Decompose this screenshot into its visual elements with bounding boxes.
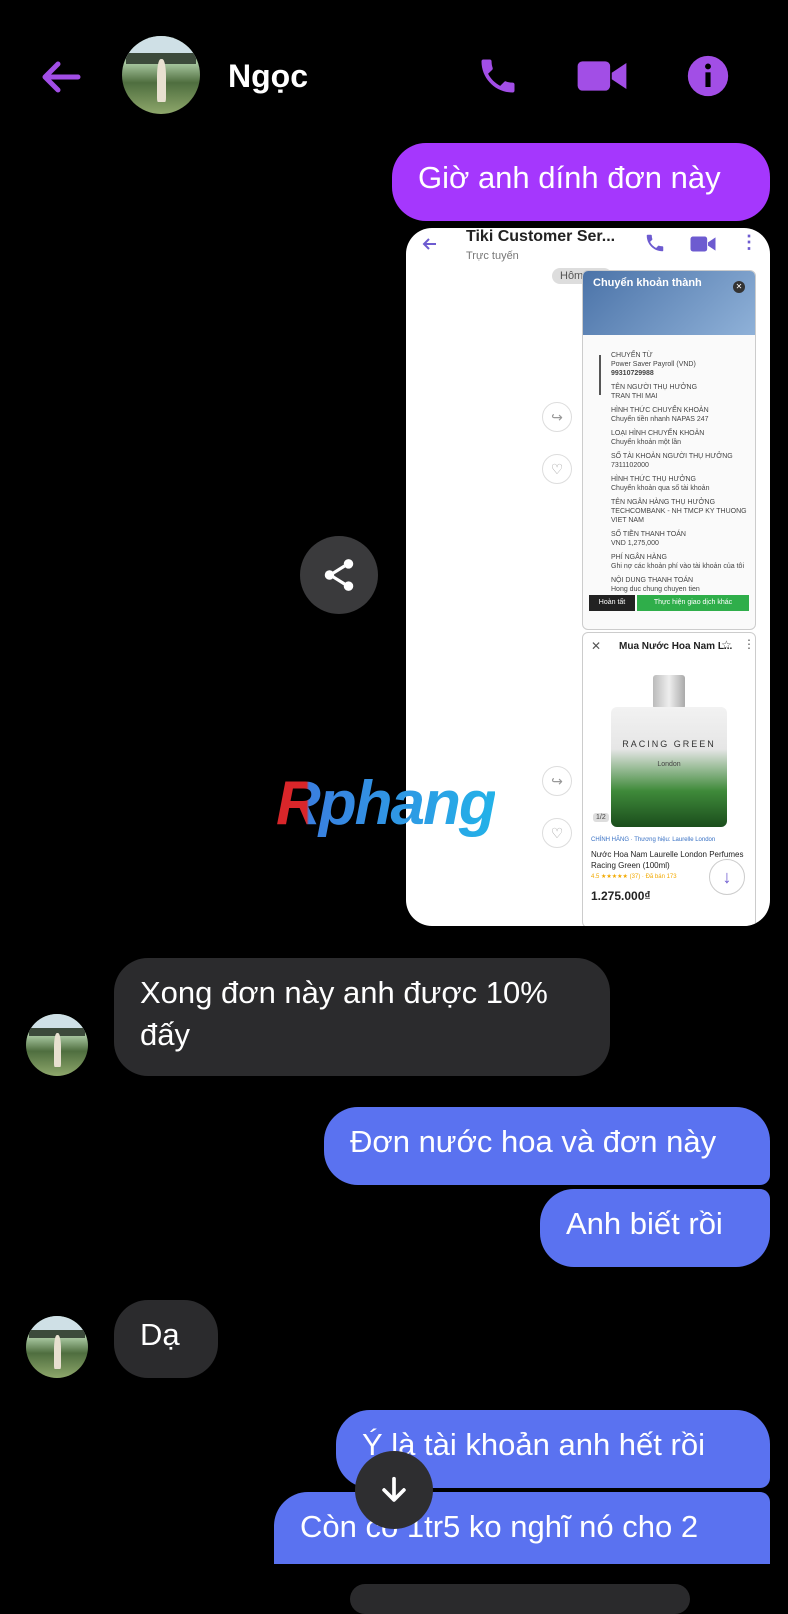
outgoing-message[interactable]: Anh biết rồi bbox=[540, 1189, 770, 1267]
inner-back-icon bbox=[422, 238, 436, 250]
bottle-label: RACING GREEN bbox=[622, 739, 716, 749]
brand-line: CHÍNH HÃNG · Thương hiệu: Laurelle Londo… bbox=[591, 837, 716, 843]
contact-avatar-small[interactable] bbox=[26, 1014, 88, 1076]
inner-heart-icon: ♡ bbox=[542, 454, 572, 484]
product-rating: 4.5 ★★★★★ (37) · Đã bán 173 bbox=[591, 874, 677, 880]
share-icon bbox=[324, 559, 354, 591]
receipt-done-button: Hoàn tất bbox=[589, 595, 635, 611]
product-more-icon: ⋮ bbox=[743, 637, 755, 651]
outgoing-message[interactable]: Còn có 1tr5 ko nghĩ nó cho 2 bbox=[274, 1492, 770, 1564]
chat-header: Ngọc bbox=[0, 0, 788, 140]
arrow-down-icon bbox=[382, 1476, 406, 1502]
scroll-to-bottom-button[interactable] bbox=[355, 1451, 433, 1529]
receipt-title: Chuyển khoản thành bbox=[593, 277, 702, 289]
incoming-message[interactable]: Dạ bbox=[114, 1300, 218, 1378]
inner-video-icon bbox=[690, 236, 716, 252]
share-button[interactable] bbox=[300, 536, 378, 614]
outgoing-message[interactable]: Đơn nước hoa và đơn này bbox=[324, 1107, 770, 1185]
inner-forward-icon: ↪ bbox=[542, 402, 572, 432]
close-icon: ✕ bbox=[733, 281, 745, 293]
inner-more-icon: ⋮ bbox=[740, 232, 758, 252]
inner-forward-icon-2: ↪ bbox=[542, 766, 572, 796]
inner-chat-title: Tiki Customer Ser... bbox=[466, 228, 616, 245]
watermark-logo: Rphang bbox=[276, 769, 497, 838]
incoming-message[interactable]: Xong đơn này anh được 10% đấy bbox=[114, 958, 610, 1076]
product-price: 1.275.000₫ bbox=[591, 889, 651, 903]
bottle-sublabel: London bbox=[657, 761, 681, 768]
product-image: RACING GREEN London 1/2 bbox=[589, 663, 749, 833]
product-star-icon: ☆ bbox=[721, 638, 732, 652]
contact-avatar[interactable] bbox=[122, 36, 200, 114]
receipt-rows: CHUYỂN TỪ Power Saver Payroll (VND) 9931… bbox=[611, 352, 747, 593]
transfer-receipt: Chuyển khoản thành ✕ CHUYỂN TỪ Power Sav… bbox=[582, 270, 756, 630]
back-arrow-icon[interactable] bbox=[36, 52, 86, 102]
inner-status: Trực tuyến bbox=[466, 250, 519, 262]
bottle-cap bbox=[653, 675, 685, 709]
contact-name[interactable]: Ngọc bbox=[228, 58, 308, 95]
product-card: ✕ Mua Nước Hoa Nam L... ☆ ⋮ RACING GREEN… bbox=[582, 632, 756, 926]
video-call-icon[interactable] bbox=[576, 56, 628, 96]
phone-icon[interactable] bbox=[476, 54, 520, 98]
receipt-timeline bbox=[599, 355, 601, 395]
outgoing-message[interactable]: Giờ anh dính đơn này bbox=[392, 143, 770, 221]
product-close-icon: ✕ bbox=[591, 639, 602, 653]
inner-heart-icon-2: ♡ bbox=[542, 818, 572, 848]
info-icon[interactable] bbox=[686, 54, 730, 98]
contact-avatar-small[interactable] bbox=[26, 1316, 88, 1378]
product-header-title: Mua Nước Hoa Nam L... bbox=[619, 641, 733, 652]
inner-phone-icon bbox=[646, 234, 664, 252]
receipt-new-transaction-button: Thực hiện giao dịch khác bbox=[637, 595, 749, 611]
image-counter: 1/2 bbox=[593, 813, 609, 822]
composer-bar-partial[interactable] bbox=[350, 1584, 690, 1614]
product-scroll-down-icon: ↓ bbox=[709, 859, 745, 895]
